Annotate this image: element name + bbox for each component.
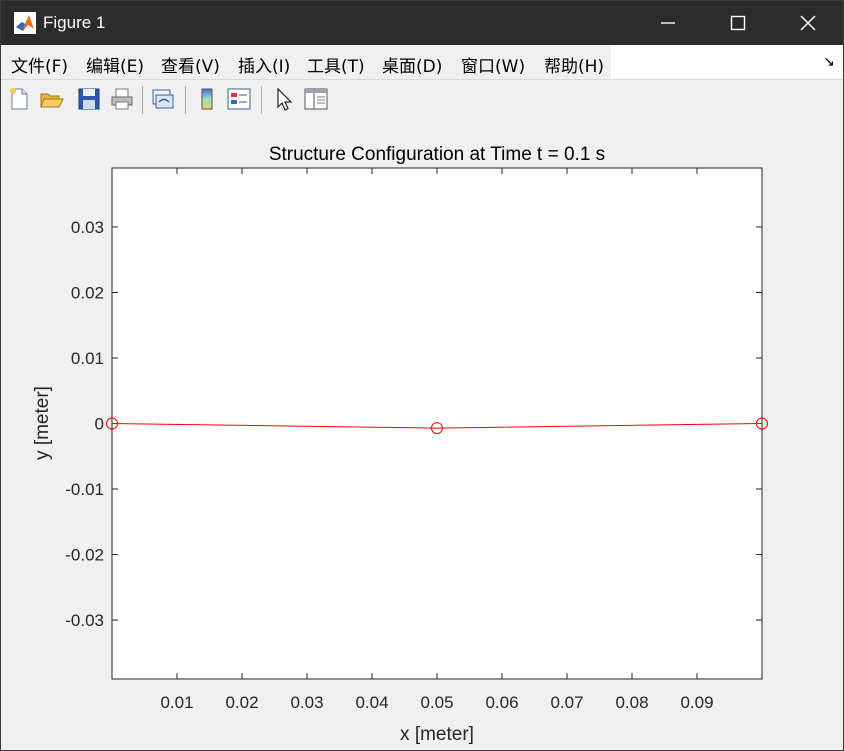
- figure-window: Figure 1 文件(F) 编辑(E) 查看(V) 插入(I) 工具(T) 桌…: [0, 0, 844, 751]
- insert-legend-button[interactable]: [226, 86, 252, 112]
- maximize-icon: [730, 15, 746, 31]
- x-tick-label: 0.07: [550, 693, 583, 712]
- y-tick-label: 0.01: [71, 349, 104, 368]
- save-icon: [78, 88, 100, 110]
- insert-colorbar-icon: [201, 88, 213, 110]
- toolbar-separator: [261, 86, 262, 114]
- property-inspector-button[interactable]: [303, 86, 329, 112]
- save-button[interactable]: [76, 86, 102, 112]
- y-tick-label: -0.02: [65, 546, 104, 565]
- x-axis-label: x [meter]: [400, 724, 474, 745]
- menu-help[interactable]: 帮助(H): [544, 52, 604, 77]
- x-tick-label: 0.03: [290, 693, 323, 712]
- property-inspector-icon: [304, 88, 328, 110]
- y-axis-label: y [meter]: [32, 386, 53, 460]
- axes-background: [112, 168, 762, 679]
- insert-colorbar-button[interactable]: [194, 86, 220, 112]
- minimize-icon: [661, 22, 675, 24]
- x-tick-label: 0.02: [225, 693, 258, 712]
- menu-file[interactable]: 文件(F): [11, 52, 68, 77]
- open-file-button[interactable]: [39, 86, 65, 112]
- maximize-button[interactable]: [703, 1, 773, 45]
- link-plot-icon: [152, 89, 174, 109]
- menu-view[interactable]: 查看(V): [161, 52, 220, 77]
- title-bar[interactable]: Figure 1: [1, 1, 843, 45]
- close-button[interactable]: [773, 1, 843, 45]
- menu-desktop[interactable]: 桌面(D): [382, 52, 442, 77]
- x-tick-label: 0.08: [615, 693, 648, 712]
- print-icon: [111, 88, 133, 110]
- edit-plot-button[interactable]: [271, 86, 297, 112]
- insert-legend-icon: [227, 88, 251, 110]
- new-figure-button[interactable]: [6, 86, 32, 112]
- x-tick-label: 0.09: [680, 693, 713, 712]
- minimize-button[interactable]: [633, 1, 703, 45]
- chart-title: Structure Configuration at Time t = 0.1 …: [269, 144, 605, 165]
- new-figure-icon: [10, 88, 28, 110]
- y-tick-label: 0: [95, 415, 104, 434]
- y-tick-labels: 0.03 0.02 0.01 0 -0.01 -0.02 -0.03: [65, 218, 104, 630]
- edit-plot-icon: [277, 87, 293, 111]
- menu-window[interactable]: 窗口(W): [461, 52, 525, 77]
- x-tick-label: 0.06: [485, 693, 518, 712]
- figure-canvas[interactable]: 0.01 0.02 0.03 0.04 0.05 0.06 0.07 0.08 0.09 0.0…: [1, 120, 843, 750]
- menu-bar: 文件(F) 编辑(E) 查看(V) 插入(I) 工具(T) 桌面(D) 窗口(W…: [1, 45, 843, 79]
- y-tick-label: -0.01: [65, 480, 104, 499]
- menu-edit[interactable]: 编辑(E): [86, 52, 144, 77]
- window-title: Figure 1: [43, 13, 106, 32]
- link-plot-button[interactable]: [150, 86, 176, 112]
- open-file-icon: [40, 93, 64, 108]
- y-tick-label: -0.03: [65, 611, 104, 630]
- close-icon: [800, 15, 816, 31]
- x-tick-labels: 0.01 0.02 0.03 0.04 0.05 0.06 0.07 0.08 0.09: [160, 693, 713, 712]
- x-tick-label: 0.05: [420, 693, 453, 712]
- y-tick-label: 0.02: [71, 283, 104, 302]
- menu-insert[interactable]: 插入(I): [238, 52, 290, 77]
- menu-tools[interactable]: 工具(T): [307, 52, 365, 77]
- plot-svg[interactable]: 0.01 0.02 0.03 0.04 0.05 0.06 0.07 0.08 0.09 0.0…: [1, 120, 843, 750]
- dock-figure-icon[interactable]: ↘: [823, 53, 835, 70]
- toolbar-separator: [185, 86, 186, 114]
- matlab-logo-icon: [14, 12, 36, 34]
- x-tick-label: 0.01: [160, 693, 193, 712]
- toolbar: [1, 79, 843, 121]
- y-tick-label: 0.03: [71, 218, 104, 237]
- x-tick-label: 0.04: [355, 693, 388, 712]
- toolbar-separator: [142, 86, 143, 114]
- print-button[interactable]: [109, 86, 135, 112]
